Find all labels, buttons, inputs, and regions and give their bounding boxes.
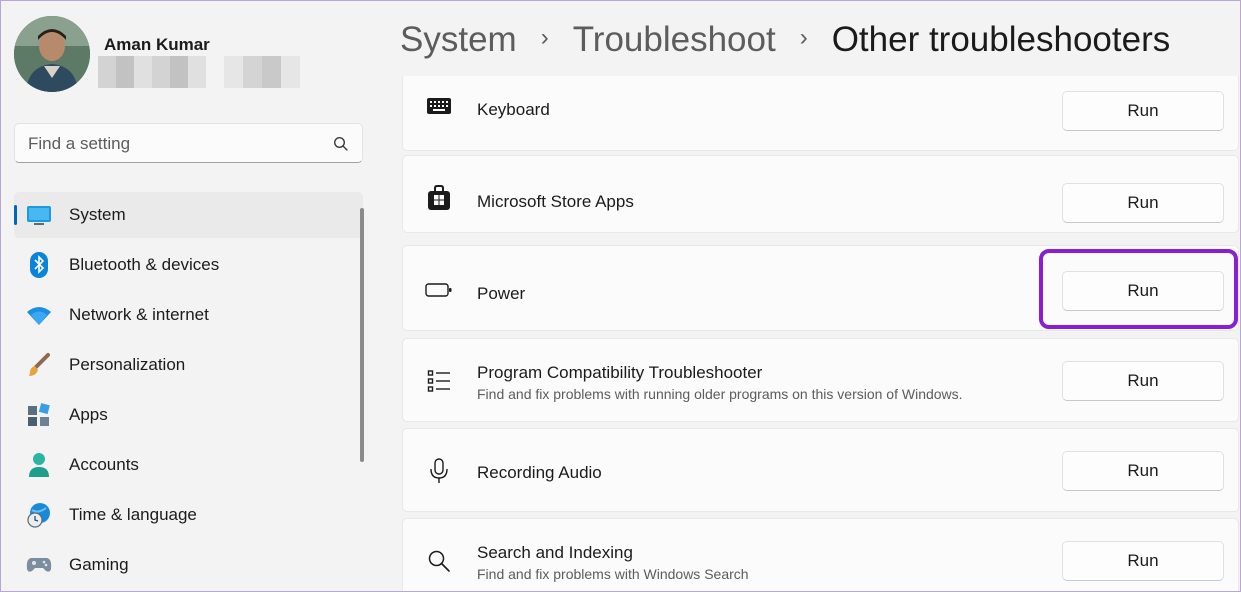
troubleshooter-row-search-indexing: Search and Indexing Find and fix problem…: [402, 518, 1239, 592]
redacted-email-domain: [224, 56, 300, 88]
troubleshooter-row-power: Power Run: [402, 245, 1239, 331]
search-box[interactable]: [14, 123, 363, 163]
wifi-icon: [26, 302, 52, 328]
user-name: Aman Kumar: [104, 35, 210, 54]
troubleshooter-title: Search and Indexing: [477, 543, 633, 562]
sidebar-item-gaming[interactable]: Gaming: [14, 542, 363, 588]
system-monitor-icon: [26, 202, 52, 228]
run-search-indexing-button[interactable]: Run: [1062, 541, 1224, 581]
search-icon[interactable]: [333, 136, 349, 152]
search-icon: [425, 547, 453, 575]
apps-icon: [26, 402, 52, 428]
redacted-email: [98, 56, 206, 88]
breadcrumb-troubleshoot[interactable]: Troubleshoot: [573, 20, 776, 60]
sidebar-item-label: Gaming: [69, 555, 129, 574]
troubleshooter-row-program-compatibility: Program Compatibility Troubleshooter Fin…: [402, 338, 1239, 422]
person-icon: [26, 452, 52, 478]
bluetooth-icon: [26, 252, 52, 278]
troubleshooter-title: Power: [477, 284, 526, 303]
globe-clock-icon: [26, 502, 52, 528]
troubleshooter-title: Recording Audio: [477, 463, 602, 482]
avatar[interactable]: [14, 16, 90, 92]
sidebar-item-system[interactable]: System: [14, 192, 363, 238]
troubleshooter-title: Program Compatibility Troubleshooter: [477, 363, 763, 382]
keyboard-icon: [425, 92, 453, 120]
sidebar-item-label: Personalization: [69, 355, 186, 374]
sidebar-item-label: Bluetooth & devices: [69, 255, 220, 274]
breadcrumb-system[interactable]: System: [400, 20, 517, 60]
sidebar-nav: System Bluetooth & devices Network & int…: [14, 192, 363, 592]
troubleshooter-row-microsoft-store-apps: Microsoft Store Apps Run: [402, 155, 1239, 233]
troubleshooter-list: Keyboard Run Microsoft Store Apps Run Po…: [402, 76, 1239, 592]
run-power-button[interactable]: Run: [1062, 271, 1224, 311]
sidebar-item-label: Apps: [69, 405, 108, 424]
sidebar-item-apps[interactable]: Apps: [14, 392, 363, 438]
sidebar-item-personalization[interactable]: Personalization: [14, 342, 363, 388]
sidebar: Aman Kumar System Bluetooth & devices Ne…: [0, 0, 380, 592]
store-bag-icon: [425, 184, 453, 212]
sidebar-item-label: Accounts: [69, 455, 139, 474]
run-recording-audio-button[interactable]: Run: [1062, 451, 1224, 491]
run-microsoft-store-apps-button[interactable]: Run: [1062, 183, 1224, 223]
chevron-right-icon: ›: [799, 24, 808, 51]
sidebar-item-label: Time & language: [69, 505, 197, 524]
sidebar-item-accounts[interactable]: Accounts: [14, 442, 363, 488]
troubleshooter-row-recording-audio: Recording Audio Run: [402, 428, 1239, 512]
search-input[interactable]: [28, 133, 318, 155]
page-title: Other troubleshooters: [831, 20, 1171, 59]
paintbrush-icon: [26, 352, 52, 378]
chevron-right-icon: ›: [540, 24, 549, 51]
sidebar-item-label: Network & internet: [69, 305, 209, 324]
breadcrumb: System › Troubleshoot › Other troublesho…: [400, 18, 1170, 62]
sidebar-scrollbar[interactable]: [360, 208, 364, 462]
microphone-icon: [425, 457, 453, 485]
troubleshooter-title: Keyboard: [477, 100, 550, 119]
sidebar-item-network[interactable]: Network & internet: [14, 292, 363, 338]
troubleshooter-description: Find and fix problems with running older…: [477, 386, 963, 402]
list-icon: [425, 367, 453, 395]
run-keyboard-button[interactable]: Run: [1062, 91, 1224, 131]
troubleshooter-title: Microsoft Store Apps: [477, 192, 634, 211]
troubleshooter-description: Find and fix problems with Windows Searc…: [477, 566, 749, 582]
troubleshooter-row-keyboard: Keyboard Run: [402, 76, 1239, 151]
battery-icon: [425, 276, 453, 304]
sidebar-item-time-language[interactable]: Time & language: [14, 492, 363, 538]
gamepad-icon: [26, 552, 52, 578]
run-program-compatibility-button[interactable]: Run: [1062, 361, 1224, 401]
sidebar-item-label: System: [69, 205, 126, 224]
sidebar-item-bluetooth[interactable]: Bluetooth & devices: [14, 242, 363, 288]
